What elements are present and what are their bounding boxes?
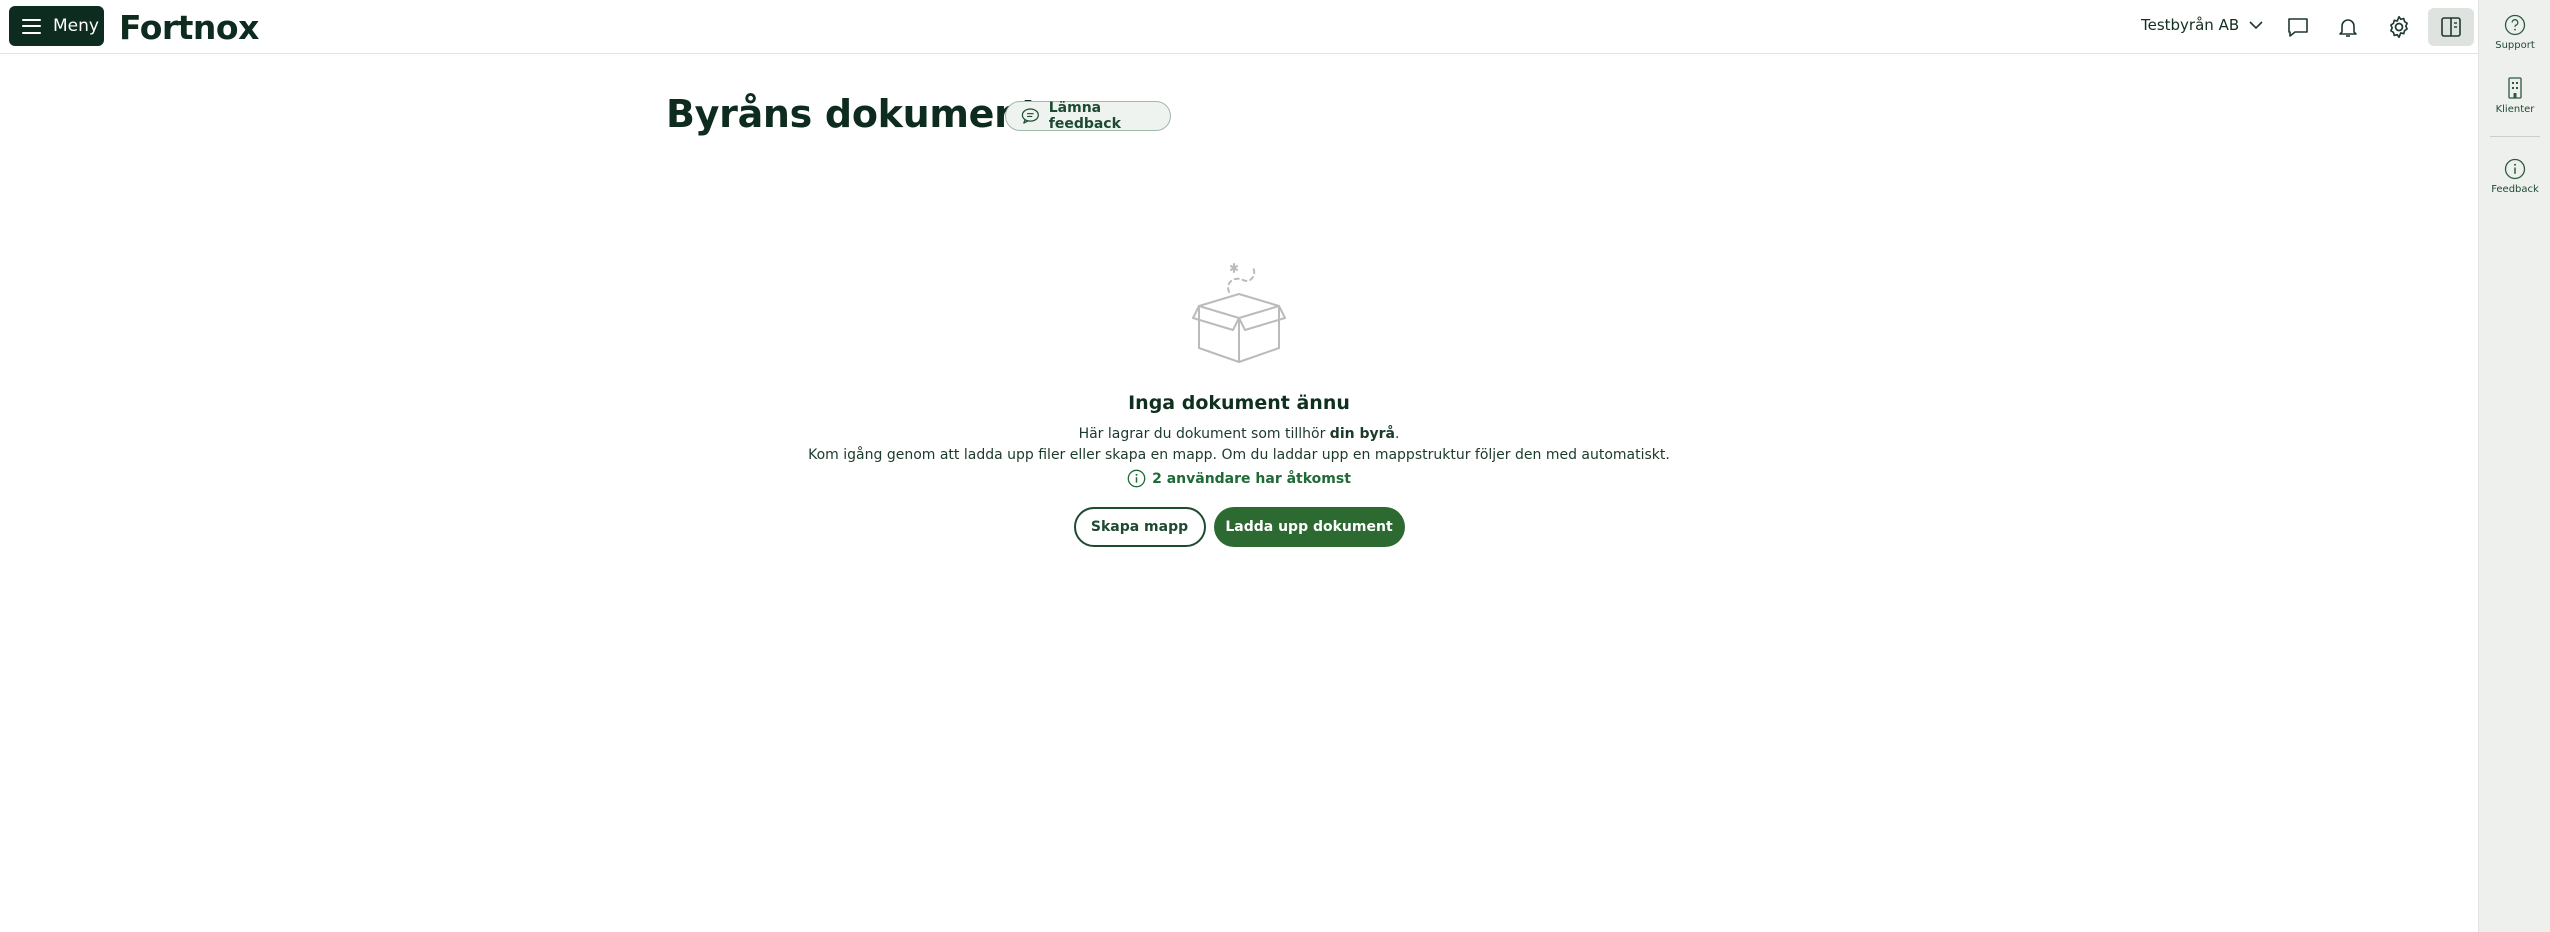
building-icon <box>2508 77 2522 99</box>
menu-button[interactable]: Meny <box>9 6 104 46</box>
open-box-icon <box>1192 263 1286 363</box>
hamburger-icon <box>22 18 41 34</box>
rail-label-klienter: Klienter <box>2495 104 2535 115</box>
din-byra-emphasis: din byrå <box>1329 426 1395 442</box>
chat-icon <box>2288 18 2308 37</box>
question-circle-icon <box>2504 14 2526 36</box>
rail-item-feedback[interactable]: Feedback <box>2479 158 2550 195</box>
bell-icon <box>2339 19 2357 37</box>
rail-item-klienter[interactable]: Klienter <box>2479 76 2550 115</box>
notifications-button[interactable] <box>2329 8 2367 46</box>
rail-label-feedback: Feedback <box>2491 184 2539 195</box>
right-rail: Support Klienter Feedback <box>2478 0 2550 932</box>
upload-document-button[interactable]: Ladda upp dokument <box>1213 507 1405 547</box>
speech-bubble-icon <box>1021 108 1039 124</box>
chevron-down-icon <box>2249 21 2263 30</box>
rail-item-support[interactable]: Support <box>2479 14 2550 51</box>
user-access-link[interactable]: 2 användare har åtkomst <box>1127 469 1351 488</box>
company-name: Testbyrån AB <box>2141 16 2240 34</box>
company-selector[interactable]: Testbyrån AB <box>2141 16 2263 34</box>
messages-button[interactable] <box>2279 8 2317 46</box>
settings-button[interactable] <box>2380 8 2418 46</box>
empty-state-title: Inga dokument ännu <box>1128 392 1350 414</box>
empty-state-actions: Skapa mapp Ladda upp dokument <box>1073 507 1405 547</box>
fortnox-logo[interactable]: Fortnox <box>119 8 259 47</box>
top-bar: Meny Fortnox Testbyrån AB <box>0 0 2478 54</box>
panel-toggle-button[interactable] <box>2428 8 2474 46</box>
empty-state-description: Här lagrar du dokument som tillhör din b… <box>808 424 1670 466</box>
leave-feedback-button[interactable]: Lämna feedback <box>1005 100 1171 132</box>
menu-label: Meny <box>53 16 99 36</box>
side-panel-icon <box>2441 17 2461 37</box>
info-circle-icon <box>2504 158 2526 180</box>
info-circle-icon <box>1127 469 1146 488</box>
page-title: Byråns dokument <box>666 92 1039 136</box>
rail-label-support: Support <box>2495 40 2535 51</box>
leave-feedback-label: Lämna feedback <box>1048 100 1121 132</box>
empty-state-line2: Kom igång genom att ladda upp filer elle… <box>808 447 1670 463</box>
gear-icon <box>2390 15 2408 39</box>
create-folder-button[interactable]: Skapa mapp <box>1073 507 1206 547</box>
rail-divider <box>2490 136 2540 137</box>
empty-state: Inga dokument ännu Här lagrar du dokumen… <box>0 262 2478 547</box>
user-access-text: 2 användare har åtkomst <box>1152 470 1351 487</box>
empty-state-line1: Här lagrar du dokument som tillhör din b… <box>1078 426 1400 442</box>
